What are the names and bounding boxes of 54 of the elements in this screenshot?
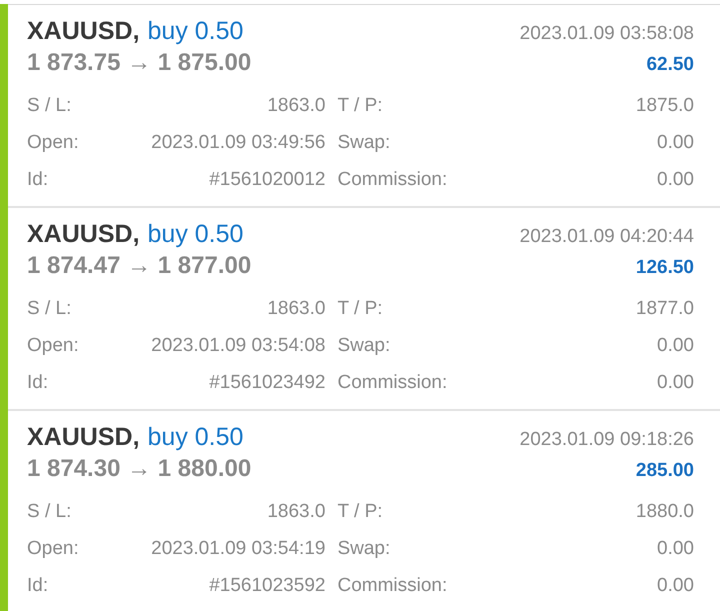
detail-label: S / L:: [27, 297, 72, 321]
trade-card[interactable]: XAUUSD, buy 0.50 2023.01.09 04:20:44 1 874.47 → 1 877.00 126.50 S / L: 1863.0 T / P: 1877.0 Open: 2023.01.09 03:54:08 Swap: 0.00 Id: #1561023492 Commission: 0.00: [8, 208, 720, 411]
detail-label: T / P:: [337, 94, 384, 118]
detail-label: Id:: [27, 371, 50, 395]
trade-order: buy 0.50: [148, 423, 244, 451]
detail-value: 2023.01.09 03:49:56: [150, 131, 326, 155]
trade-order: buy 0.50: [148, 17, 244, 45]
detail-value: 2023.01.09 03:54:08: [150, 334, 326, 358]
detail-value: #1561023492: [208, 371, 326, 395]
trade-prices: 1 874.47 → 1 877.00: [27, 252, 252, 280]
detail-label: Commission:: [337, 574, 448, 598]
trade-time: 2023.01.09 09:18:26: [520, 429, 694, 451]
detail-label: Open:: [27, 537, 79, 561]
trade-profit: 62.50: [646, 54, 694, 76]
detail-label: S / L:: [27, 94, 72, 118]
detail-label: Id:: [27, 168, 50, 192]
detail-value: #1561023592: [208, 574, 326, 598]
detail-label: Open:: [27, 334, 79, 358]
trade-symbol: XAUUSD,: [27, 17, 140, 45]
detail-value: #1561020012: [208, 168, 326, 192]
detail-label: T / P:: [337, 297, 384, 321]
trade-order: buy 0.50: [148, 220, 244, 248]
detail-label: Swap:: [337, 131, 392, 155]
detail-label: Swap:: [337, 537, 392, 561]
detail-value: 0.00: [656, 574, 694, 598]
detail-value: 0.00: [656, 334, 694, 358]
detail-label: Id:: [27, 574, 50, 598]
trade-profit: 126.50: [636, 257, 694, 279]
trade-time: 2023.01.09 04:20:44: [520, 226, 694, 248]
detail-label: Swap:: [337, 334, 392, 358]
detail-value: 1875.0: [634, 94, 694, 118]
detail-value: 0.00: [656, 131, 694, 155]
detail-label: Commission:: [337, 371, 448, 395]
detail-value: 1877.0: [634, 297, 694, 321]
trade-symbol: XAUUSD,: [27, 423, 140, 451]
trade-profit: 285.00: [636, 460, 694, 482]
trade-symbol: XAUUSD,: [27, 220, 140, 248]
trade-prices: 1 874.30 → 1 880.00: [27, 455, 252, 483]
detail-value: 1863.0: [266, 94, 326, 118]
detail-value: 0.00: [656, 168, 694, 192]
trade-prices: 1 873.75 → 1 875.00: [27, 49, 252, 77]
detail-label: Open:: [27, 131, 79, 155]
trade-time: 2023.01.09 03:58:08: [520, 23, 694, 45]
detail-value: 0.00: [656, 371, 694, 395]
detail-label: T / P:: [337, 500, 384, 524]
trade-card[interactable]: XAUUSD, buy 0.50 2023.01.09 09:18:26 1 874.30 → 1 880.00 285.00 S / L: 1863.0 T / P: 1880.0 Open: 2023.01.09 03:54:19 Swap: 0.00 Id: #1561023592 Commission: 0.00: [8, 411, 720, 611]
detail-value: 1863.0: [266, 500, 326, 524]
detail-value: 1880.0: [634, 500, 694, 524]
detail-label: Commission:: [337, 168, 448, 192]
detail-value: 0.00: [656, 537, 694, 561]
trade-card[interactable]: XAUUSD, buy 0.50 2023.01.09 03:58:08 1 873.75 → 1 875.00 62.50 S / L: 1863.0 T / P: 1875.0 Open: 2023.01.09 03:49:56 Swap: 0.00 Id: #1561020012 Commission: 0.00: [8, 5, 720, 208]
detail-value: 2023.01.09 03:54:19: [150, 537, 326, 561]
detail-label: S / L:: [27, 500, 72, 524]
detail-value: 1863.0: [266, 297, 326, 321]
